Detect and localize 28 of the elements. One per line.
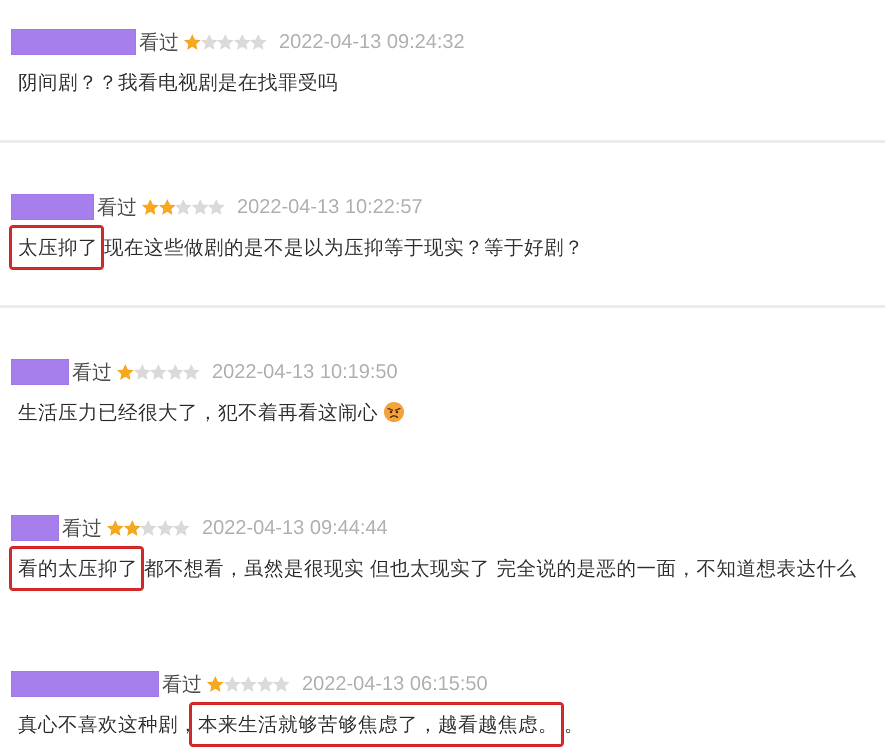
comment-text: 都不想看，虽然是很现实 但也太现实了 完全说的是恶的一面，不知道想表达什么: [144, 557, 856, 580]
highlighted-comment-text: 太压抑了: [9, 225, 104, 270]
comment-text: 。: [564, 713, 584, 736]
filled-star-icon: [124, 520, 140, 536]
review-timestamp: 2022-04-13 06:15:50: [302, 672, 488, 697]
comment-text: 生活压力已经很大了，犯不着再看这闹心: [18, 401, 378, 424]
review-timestamp: 2022-04-13 10:19:50: [212, 360, 398, 385]
filled-star-icon: [142, 199, 159, 215]
review-timestamp: 2022-04-13 10:22:57: [236, 195, 423, 220]
watched-label: 看过: [72, 359, 112, 385]
angry-face-icon: [384, 402, 404, 422]
watched-label: 看过: [162, 671, 202, 697]
review-timestamp: 2022-04-13 09:24:32: [278, 30, 465, 55]
filled-star-icon: [207, 676, 224, 692]
highlighted-comment-text: 看的太压抑了: [9, 546, 144, 591]
filled-star-icon: [107, 520, 124, 536]
filled-star-icon: [117, 364, 134, 380]
comment-text: 阴间剧？？我看电视剧是在找罪受吗: [18, 71, 338, 94]
filled-star-icon: [184, 34, 201, 50]
highlighted-comment-text: 本来生活就够苦够焦虑了，越看越焦虑。: [189, 702, 564, 747]
comment-text: 现在这些做剧的是不是以为压抑等于现实？等于好剧？: [104, 236, 584, 259]
filled-star-icon: [158, 199, 176, 215]
watched-label: 看过: [139, 29, 179, 55]
watched-label: 看过: [62, 515, 102, 541]
review-timestamp: 2022-04-13 09:44:44: [202, 516, 388, 541]
watched-label: 看过: [97, 194, 137, 220]
redaction-bar: [11, 515, 59, 541]
redaction-bar: [11, 359, 69, 385]
